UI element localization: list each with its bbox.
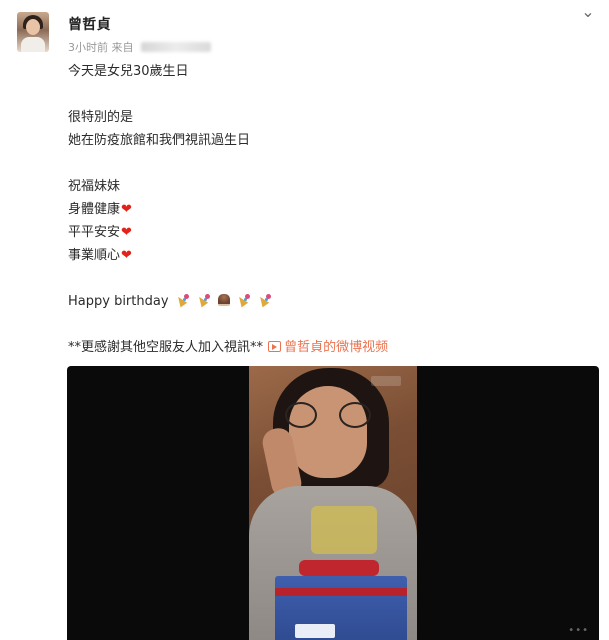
post-line: 她在防疫旅館和我們視訊過生日 [68, 133, 251, 148]
post-line: 平平安安❤ [68, 221, 388, 244]
video-icon [268, 341, 282, 352]
post-meta: 3小时前 来自 [68, 39, 211, 55]
chevron-down-icon[interactable]: ⌄ [578, 2, 598, 22]
post-line: 很特別的是 [68, 110, 134, 125]
username[interactable]: 曾哲貞 [68, 14, 111, 34]
thanks-text: **更感謝其他空服友人加入視訊** [68, 340, 264, 355]
post-line-text: 事業順心 [68, 248, 121, 263]
avatar-face [26, 19, 40, 35]
avatar[interactable] [17, 12, 49, 52]
heart-icon: ❤ [121, 248, 132, 263]
heart-icon: ❤ [121, 202, 132, 217]
post-source-prefix: 来自 [111, 41, 134, 54]
post-line: 今天是女兒30歲生日 [68, 64, 189, 79]
glasses-right [339, 402, 371, 428]
more-icon[interactable]: ••• [568, 625, 589, 636]
party-popper-icon [237, 294, 251, 306]
cake-icon [217, 294, 230, 306]
party-popper-icon [176, 294, 190, 306]
party-popper-icon [197, 294, 211, 306]
watermark [371, 376, 401, 386]
glasses-left [285, 402, 317, 428]
party-popper-icon [258, 294, 272, 306]
cake-topper [311, 506, 377, 554]
weibo-post: 曾哲貞 3小时前 来自 ⌄ 今天是女兒30歲生日 很特別的是 她在防疫旅館和我們… [0, 0, 609, 640]
gift-label [295, 624, 335, 638]
video-player[interactable]: ••• [67, 366, 599, 640]
video-frame [249, 366, 417, 640]
post-line: 身體健康❤ [68, 198, 388, 221]
post-line: Happy birthday [68, 290, 388, 313]
post-time[interactable]: 3小时前 [68, 41, 108, 54]
blurred-source [141, 42, 211, 52]
post-line: 事業順心❤ [68, 244, 388, 267]
post-content: 今天是女兒30歲生日 很特別的是 她在防疫旅館和我們視訊過生日 祝福妹妹 身體健… [68, 60, 388, 359]
post-line-text: 身體健康 [68, 202, 121, 217]
avatar-body [21, 37, 45, 52]
video-face [289, 386, 367, 478]
video-link-label: 曾哲貞的微博视频 [284, 340, 389, 355]
post-line-text: 平平安安 [68, 225, 121, 240]
heart-icon: ❤ [121, 225, 132, 240]
video-link[interactable]: 曾哲貞的微博视频 [267, 340, 388, 355]
post-line-text: Happy birthday [68, 294, 169, 309]
post-line: 祝福妹妹 [68, 179, 121, 194]
post-line: **更感謝其他空服友人加入視訊** 曾哲貞的微博视频 [68, 336, 388, 359]
gift-ribbon [299, 560, 379, 576]
